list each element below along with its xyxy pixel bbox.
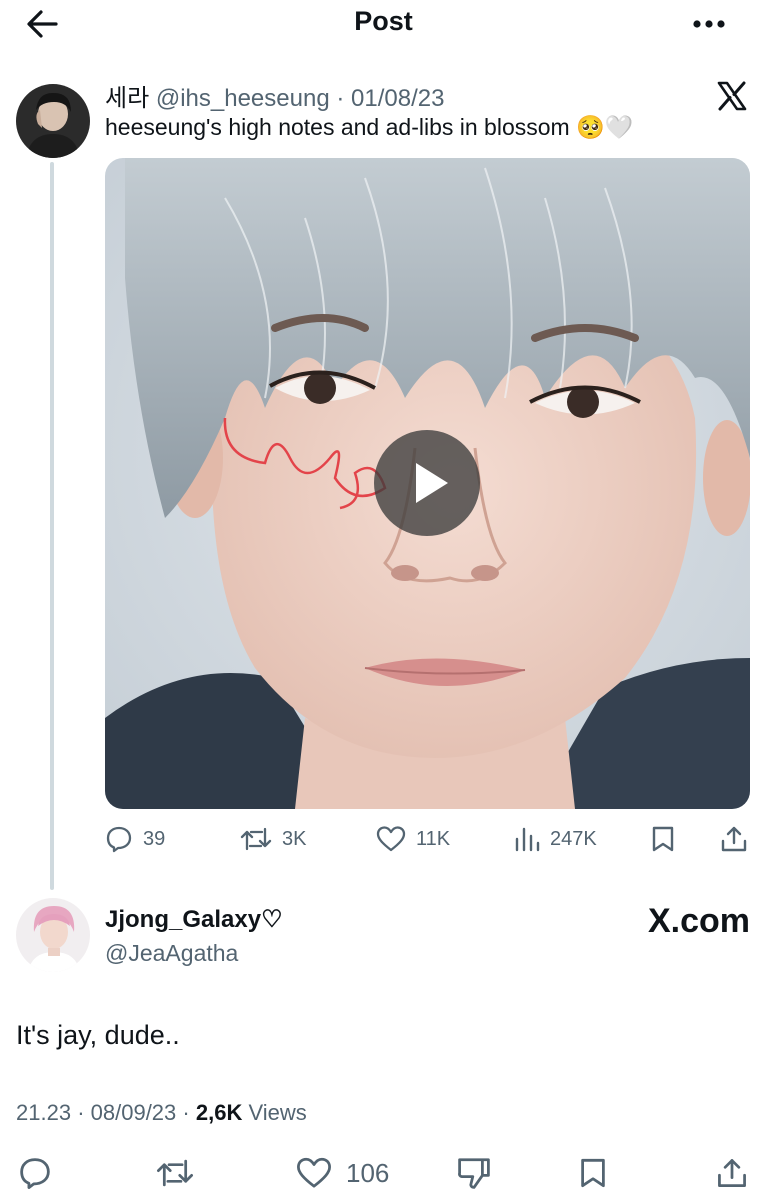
views-chart-icon (515, 827, 540, 852)
avatar[interactable] (16, 84, 90, 158)
bookmark-icon (652, 826, 674, 852)
views-count: 247K (550, 827, 597, 850)
play-icon (416, 463, 448, 503)
more-options-button[interactable] (688, 10, 732, 38)
like-count: 106 (346, 1157, 390, 1188)
like-button[interactable]: 106 (296, 1152, 389, 1194)
meta-separator: · (77, 1100, 85, 1125)
quoted-handle[interactable]: @ihs_heeseung (156, 85, 330, 112)
share-button[interactable] (716, 1152, 762, 1194)
repost-icon (240, 827, 272, 851)
avatar[interactable] (16, 898, 90, 972)
bookmark-button[interactable] (578, 1152, 622, 1194)
views-button[interactable]: 247K (514, 822, 597, 856)
quoted-tweet-header: 세라 @ihs_heeseung · 01/08/23 (105, 78, 444, 113)
meta-separator: · (336, 85, 345, 112)
bookmark-button[interactable] (650, 822, 686, 856)
share-icon (718, 1159, 746, 1187)
dislike-button[interactable] (456, 1152, 506, 1194)
avatar-image (16, 84, 90, 158)
repost-count: 3K (282, 827, 307, 850)
reply-display-name[interactable]: Jjong_Galaxy♡ (105, 905, 283, 934)
reply-icon (20, 1158, 50, 1189)
reply-icon (106, 826, 132, 853)
bookmark-icon (581, 1158, 605, 1188)
thumbs-down-icon (458, 1158, 490, 1189)
post-time[interactable]: 21.23 (16, 1100, 71, 1125)
quoted-tweet-text: heeseung's high notes and ad-libs in blo… (105, 114, 633, 141)
thread-line (50, 162, 54, 890)
like-button[interactable]: 11K (376, 822, 450, 856)
avatar-image (16, 898, 90, 972)
tweet-text: heeseung's high notes and ad-libs in blo… (105, 114, 570, 140)
repost-icon (157, 1159, 193, 1187)
reply-handle[interactable]: @JeaAgatha (105, 940, 238, 967)
views-count: 2,6K (195, 1100, 243, 1125)
quoted-display-name[interactable]: 세라 (105, 85, 149, 112)
post-meta: 21.23 · 08/09/23 · 2,6K Views (16, 1100, 307, 1126)
share-button[interactable] (720, 822, 758, 856)
quoted-date[interactable]: 01/08/23 (351, 85, 444, 112)
like-count: 11K (416, 827, 451, 850)
reply-button[interactable] (18, 1152, 66, 1194)
share-icon (721, 826, 747, 852)
post-date[interactable]: 08/09/23 (91, 1100, 177, 1125)
page-title: Post (354, 6, 413, 36)
more-horizontal-icon (693, 20, 725, 28)
reply-count: 39 (143, 827, 166, 850)
play-button[interactable] (374, 430, 480, 536)
views-label[interactable]: Views (248, 1100, 306, 1125)
repost-button[interactable]: 3K (240, 822, 306, 856)
xcom-watermark: X.com (647, 902, 750, 940)
repost-button[interactable] (156, 1152, 208, 1194)
heart-icon (376, 826, 406, 852)
emoji-group: 🥺🤍 (576, 114, 634, 140)
x-logo-icon (716, 80, 748, 112)
meta-separator: · (182, 1100, 190, 1125)
heart-icon (297, 1157, 331, 1188)
reply-text: It's jay, dude.. (16, 1020, 180, 1050)
reply-button[interactable]: 39 (105, 822, 165, 856)
